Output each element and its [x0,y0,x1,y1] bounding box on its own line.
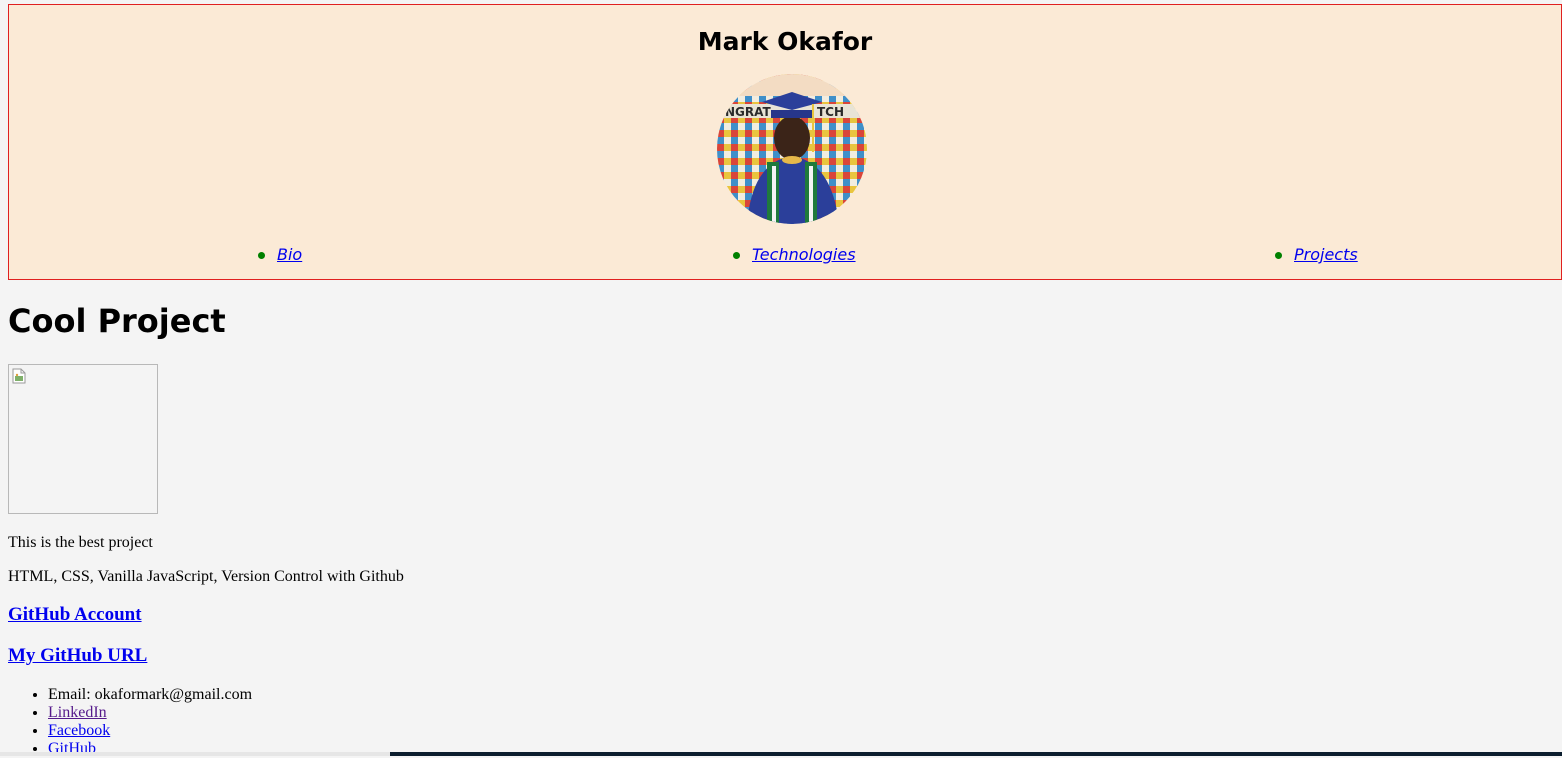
nav-item-technologies: Technologies [733,245,856,264]
bullet-icon [733,252,740,259]
svg-text:TCH: TCH [817,105,844,119]
nav-link-projects[interactable]: Projects [1294,245,1358,264]
nav-link-technologies[interactable]: Technologies [752,245,856,264]
linkedin-link[interactable]: LinkedIn [48,704,107,721]
nav-item-projects: Projects [1275,245,1358,264]
facebook-link[interactable]: Facebook [48,722,110,739]
project-title: Cool Project [8,302,226,340]
nav-item-bio: Bio [258,245,302,264]
profile-photo: NGRAT TCH [717,74,867,224]
project-image-broken [8,364,158,514]
contact-list: Email: okaformark@gmail.com LinkedIn Fac… [8,686,252,758]
nav-link-bio[interactable]: Bio [277,245,302,264]
bullet-icon [258,252,265,259]
project-technologies: HTML, CSS, Vanilla JavaScript, Version C… [8,568,404,585]
github-url-link[interactable]: My GitHub URL [8,645,147,667]
project-description: This is the best project [8,534,153,551]
profile-avatar: NGRAT TCH [717,74,867,224]
contact-email: Email: okaformark@gmail.com [48,686,252,704]
site-title: Mark Okafor [697,27,873,56]
broken-image-icon [12,368,26,384]
site-header: Mark Okafor NGRAT TCH Bio Technologies P… [8,4,1562,280]
list-item: LinkedIn [48,704,252,722]
bullet-icon [1275,252,1282,259]
list-item: Facebook [48,722,252,740]
taskbar-edge [390,752,1562,756]
svg-text:NGRAT: NGRAT [725,105,771,119]
github-account-link[interactable]: GitHub Account [8,604,142,626]
